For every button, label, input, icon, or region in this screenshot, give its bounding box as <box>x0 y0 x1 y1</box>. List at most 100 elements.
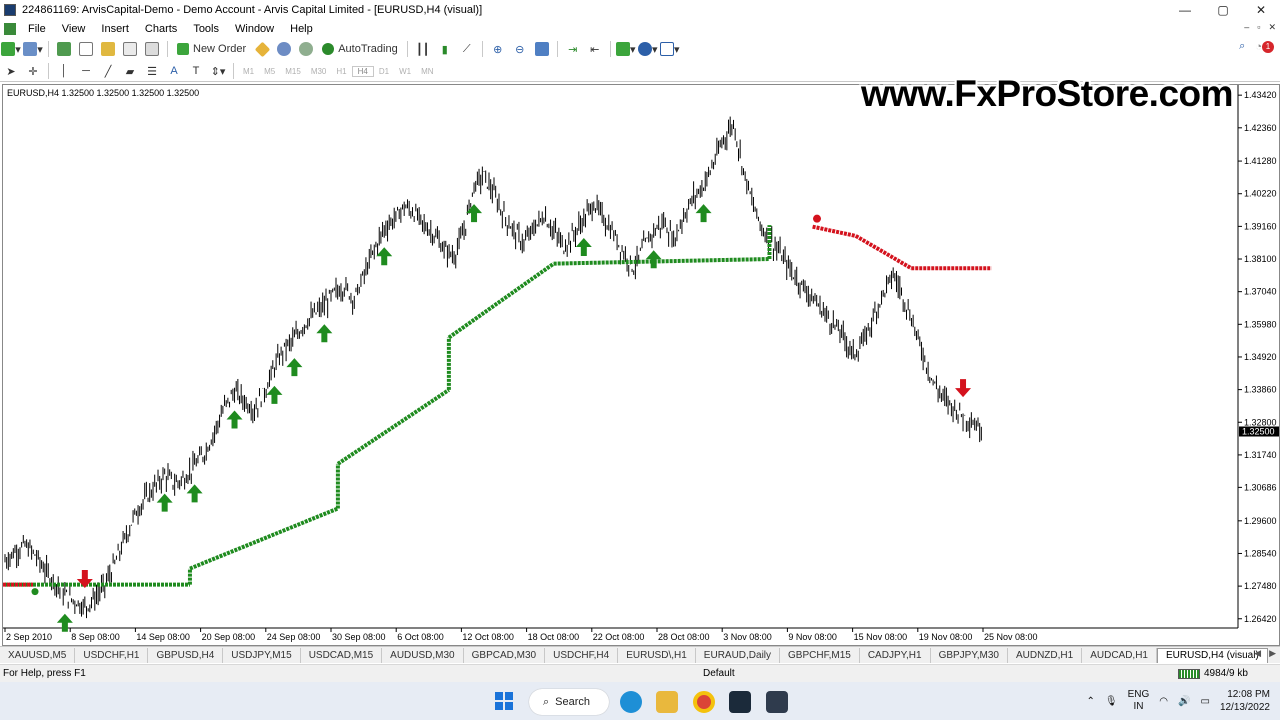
market-icon[interactable] <box>296 40 316 58</box>
horizontal-line-icon[interactable]: ─ <box>76 62 96 80</box>
chart-tab[interactable]: AUDCAD,H1 <box>1082 647 1157 663</box>
cursor-icon[interactable]: ➤ <box>1 62 21 80</box>
menu-tools[interactable]: Tools <box>185 23 227 35</box>
notification-count-badge: 1 <box>1262 40 1274 53</box>
chrome-browser-icon[interactable] <box>693 691 715 713</box>
equidistant-channel-icon[interactable]: ▰ <box>120 62 140 80</box>
chart-tab[interactable]: AUDNZD,H1 <box>1008 647 1083 663</box>
chart-tab[interactable]: GBPCHF,M15 <box>780 647 860 663</box>
chart-tab[interactable]: GBPUSD,H4 <box>148 647 224 663</box>
tray-overflow-icon[interactable]: ⌃ <box>1087 696 1095 707</box>
profiles-button[interactable]: ▾ <box>23 40 43 58</box>
candlestick-icon[interactable]: ▮ <box>435 40 455 58</box>
windows-start-icon[interactable] <box>494 691 514 711</box>
chart-tab[interactable]: USDJPY,M15 <box>223 647 301 663</box>
mdi-close-icon[interactable]: ✕ <box>1268 22 1276 33</box>
vertical-line-icon[interactable]: │ <box>54 62 74 80</box>
tab-scroll-left-icon[interactable]: ◀ <box>1254 648 1261 659</box>
chart-tab[interactable]: USDCHF,H1 <box>75 647 149 663</box>
microphone-icon[interactable]: 🎙 <box>1105 696 1118 707</box>
timeframe-d1[interactable]: D1 <box>374 67 394 76</box>
chart-tab[interactable]: USDCAD,M15 <box>301 647 383 663</box>
menu-file[interactable]: File <box>20 23 54 35</box>
new-order-button[interactable]: New Order <box>173 40 250 58</box>
market-watch-icon[interactable] <box>54 40 74 58</box>
language-indicator[interactable]: ENG IN <box>1128 689 1150 713</box>
trendline-icon[interactable]: ╱ <box>98 62 118 80</box>
text-icon[interactable]: A <box>164 62 184 80</box>
menu-charts[interactable]: Charts <box>137 23 185 35</box>
indicators-button[interactable]: ▾ <box>615 40 636 58</box>
volume-icon[interactable]: 🔊 <box>1178 696 1190 707</box>
price-axis-label: 1.34920 <box>1244 352 1277 362</box>
price-axis-label: 1.40220 <box>1244 189 1277 199</box>
new-chart-button[interactable]: ▾ <box>1 40 21 58</box>
mdi-restore-icon[interactable]: ▫ <box>1257 22 1260 33</box>
timeframe-h4[interactable]: H4 <box>351 65 374 77</box>
terminal-icon[interactable] <box>120 40 140 58</box>
auto-scroll-icon[interactable]: ⇥ <box>563 40 583 58</box>
trailing-stop-up-line <box>189 506 339 571</box>
notifications-icon[interactable]: ◔ 1 <box>1255 40 1274 53</box>
menu-window[interactable]: Window <box>227 23 282 35</box>
chart-tab[interactable]: GBPJPY,M30 <box>931 647 1008 663</box>
battery-icon[interactable]: ▭ <box>1200 696 1209 707</box>
menu-view[interactable]: View <box>54 23 94 35</box>
line-chart-icon[interactable]: ⟋ <box>457 40 477 58</box>
menu-help[interactable]: Help <box>282 23 321 35</box>
timeframe-m15[interactable]: M15 <box>280 67 306 76</box>
chart-tab[interactable]: USDCHF,H4 <box>545 647 619 663</box>
arrows-icon[interactable]: ⇕▾ <box>208 62 228 80</box>
price-axis-label: 1.37040 <box>1244 287 1277 297</box>
taskbar-search-button[interactable]: ⌕ Search <box>529 689 609 715</box>
chart-shift-icon[interactable]: ⇤ <box>585 40 605 58</box>
chart-tab[interactable]: AUDUSD,M30 <box>382 647 464 663</box>
zoom-out-icon[interactable]: ⊖ <box>510 40 530 58</box>
metaeditor-icon[interactable] <box>252 40 272 58</box>
tab-scroll-right-icon[interactable]: ▶ <box>1269 648 1276 659</box>
signals-icon[interactable] <box>274 40 294 58</box>
timeframe-m1[interactable]: M1 <box>238 67 259 76</box>
wifi-icon[interactable]: ◠ <box>1159 696 1168 707</box>
strategy-tester-icon[interactable] <box>142 40 162 58</box>
data-window-icon[interactable] <box>76 40 96 58</box>
templates-button[interactable]: ▾ <box>659 40 680 58</box>
chart-tab[interactable]: GBPCAD,M30 <box>464 647 546 663</box>
autotrading-button[interactable]: AutoTrading <box>318 40 402 58</box>
crosshair-icon[interactable]: ✛ <box>23 62 43 80</box>
text-label-icon[interactable]: T <box>186 62 206 80</box>
zoom-in-icon[interactable]: ⊕ <box>488 40 508 58</box>
timeframe-m5[interactable]: M5 <box>259 67 280 76</box>
timeframe-w1[interactable]: W1 <box>394 67 416 76</box>
chart-tab[interactable]: EURUSD\,H1 <box>618 647 696 663</box>
timeframe-mn[interactable]: MN <box>416 67 438 76</box>
fibonacci-icon[interactable]: ☰ <box>142 62 162 80</box>
timeframe-m30[interactable]: M30 <box>306 67 332 76</box>
maximize-button[interactable]: ▢ <box>1204 0 1242 20</box>
app-taskbar-icon[interactable] <box>766 691 788 713</box>
file-explorer-icon[interactable] <box>656 691 678 713</box>
chart-tab[interactable]: XAUUSD,M5 <box>0 647 76 663</box>
navigator-icon[interactable] <box>98 40 118 58</box>
timeframe-h1[interactable]: H1 <box>331 67 351 76</box>
tile-windows-icon[interactable] <box>532 40 552 58</box>
close-button[interactable]: ✕ <box>1242 0 1280 20</box>
chart-tab[interactable]: EURUSD,H4 (visual) <box>1157 647 1268 663</box>
mdi-minimize-icon[interactable]: – <box>1244 22 1249 33</box>
menu-insert[interactable]: Insert <box>93 23 137 35</box>
connection-status[interactable]: 4984/9 kb <box>1178 668 1248 679</box>
time-axis-label: 18 Oct 08:00 <box>528 632 580 642</box>
time-axis-label: 30 Sep 08:00 <box>332 632 386 642</box>
chart-tab[interactable]: CADJPY,H1 <box>860 647 931 663</box>
chart-window[interactable]: 1.43420 1.42360 1.41280 1.40220 1.39160 1.381… <box>2 73 1280 646</box>
price-chart[interactable]: 1.43420 1.42360 1.41280 1.40220 1.39160 1.381… <box>3 85 1279 645</box>
price-axis-label: 1.33860 <box>1244 385 1277 395</box>
chart-tab[interactable]: EURAUD,Daily <box>696 647 781 663</box>
minimize-button[interactable]: — <box>1166 0 1204 20</box>
bar-chart-icon[interactable]: ┃┃ <box>413 40 433 58</box>
metatrader-taskbar-icon[interactable] <box>729 691 751 713</box>
search-icon[interactable]: ⌕ <box>1239 40 1245 53</box>
edge-browser-icon[interactable] <box>620 691 642 713</box>
taskbar-clock[interactable]: 12:08 PM 12/13/2022 <box>1220 688 1270 714</box>
periods-button[interactable]: ▾ <box>637 40 658 58</box>
